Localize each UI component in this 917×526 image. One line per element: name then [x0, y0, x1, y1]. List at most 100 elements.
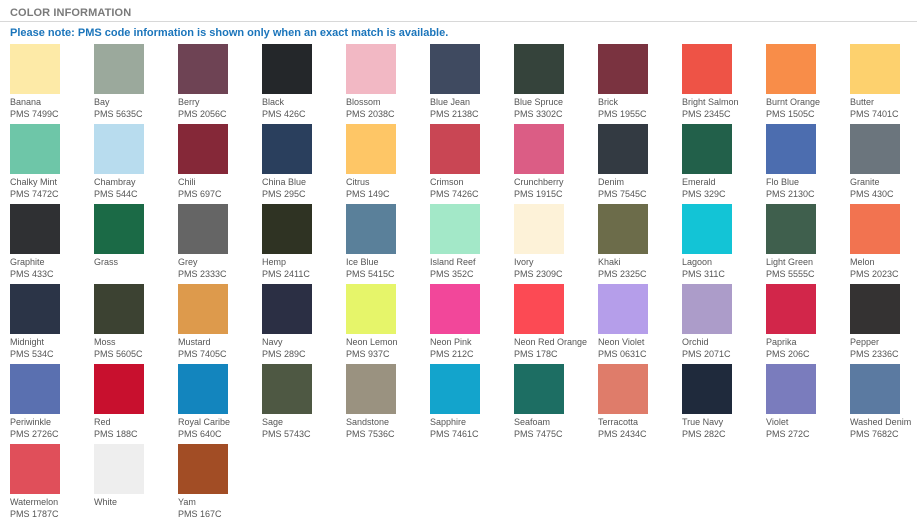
- pms-code: PMS 167C: [178, 509, 222, 519]
- pms-code: PMS 5415C: [346, 269, 395, 279]
- color-chip: [346, 124, 396, 174]
- color-swatch: Pepper PMS 2336C: [850, 284, 917, 360]
- color-chip: [178, 204, 228, 254]
- pms-code: PMS 640C: [178, 429, 222, 439]
- color-chip: [262, 124, 312, 174]
- color-name: Flo Blue: [766, 177, 800, 187]
- color-swatch: Bay PMS 5635C: [94, 44, 174, 120]
- color-chip: [94, 204, 144, 254]
- color-chip: [94, 124, 144, 174]
- color-chip: [514, 44, 564, 94]
- pms-code: PMS 697C: [178, 189, 222, 199]
- color-name: Lagoon: [682, 257, 713, 267]
- color-chip: [430, 204, 480, 254]
- color-swatch: Graphite PMS 433C: [10, 204, 90, 280]
- pms-code: PMS 329C: [682, 189, 726, 199]
- pms-code: PMS 426C: [262, 109, 306, 119]
- color-chip: [178, 44, 228, 94]
- pms-code: PMS 937C: [346, 349, 390, 359]
- color-swatch: Paprika PMS 206C: [766, 284, 846, 360]
- color-swatch: Sandstone PMS 7536C: [346, 364, 426, 440]
- pms-note: Please note: PMS code information is sho…: [10, 27, 449, 39]
- pms-code: PMS 3302C: [514, 109, 563, 119]
- pms-code: PMS 5605C: [94, 349, 143, 359]
- color-name: Chambray: [94, 177, 136, 187]
- color-swatch: Terracotta PMS 2434C: [598, 364, 678, 440]
- color-chip: [850, 124, 900, 174]
- color-swatch: Watermelon PMS 1787C: [10, 444, 90, 520]
- color-swatch: Neon Pink PMS 212C: [430, 284, 510, 360]
- color-name: Hemp: [262, 257, 287, 267]
- color-chip: [430, 44, 480, 94]
- pms-code: PMS 7405C: [178, 349, 227, 359]
- color-name: Island Reef: [430, 257, 476, 267]
- color-name: Paprika: [766, 337, 797, 347]
- color-chip: [766, 124, 816, 174]
- color-chip: [430, 364, 480, 414]
- color-chip: [94, 284, 144, 334]
- color-chip: [262, 364, 312, 414]
- pms-code: PMS 2056C: [178, 109, 227, 119]
- pms-code: PMS 433C: [10, 269, 54, 279]
- pms-code: PMS 544C: [94, 189, 138, 199]
- color-swatch: Neon Lemon PMS 937C: [346, 284, 426, 360]
- color-swatch: Navy PMS 289C: [262, 284, 342, 360]
- color-chip: [262, 284, 312, 334]
- pms-code: PMS 188C: [94, 429, 138, 439]
- color-swatch: Burnt Orange PMS 1505C: [766, 44, 846, 120]
- pms-code: PMS 7536C: [346, 429, 395, 439]
- color-chip: [94, 44, 144, 94]
- color-name: Black: [262, 97, 285, 107]
- color-chip: [10, 204, 60, 254]
- color-chip: [430, 124, 480, 174]
- color-name: True Navy: [682, 417, 724, 427]
- color-name: Light Green: [766, 257, 814, 267]
- color-swatch: Crunchberry PMS 1915C: [514, 124, 594, 200]
- color-swatch: Neon Violet PMS 0631C: [598, 284, 678, 360]
- color-swatch: Orchid PMS 2071C: [682, 284, 762, 360]
- color-name: Mustard: [178, 337, 211, 347]
- color-chip: [178, 124, 228, 174]
- pms-code: PMS 206C: [766, 349, 810, 359]
- color-name: Ice Blue: [346, 257, 379, 267]
- color-name: Sandstone: [346, 417, 390, 427]
- color-swatch: China Blue PMS 295C: [262, 124, 342, 200]
- section-title: COLOR INFORMATION: [10, 7, 132, 19]
- color-chip: [178, 284, 228, 334]
- color-chip: [178, 364, 228, 414]
- color-name: Washed Denim: [850, 417, 912, 427]
- pms-code: PMS 149C: [346, 189, 390, 199]
- color-swatch: Brick PMS 1955C: [598, 44, 678, 120]
- color-name: White: [94, 497, 118, 507]
- color-swatch: Lagoon PMS 311C: [682, 204, 762, 280]
- color-chip: [598, 284, 648, 334]
- color-swatch: Berry PMS 2056C: [178, 44, 258, 120]
- color-name: Blossom: [346, 97, 381, 107]
- color-swatch: Black PMS 426C: [262, 44, 342, 120]
- color-swatch: Emerald PMS 329C: [682, 124, 762, 200]
- pms-code: PMS 2336C: [850, 349, 899, 359]
- color-swatch: White: [94, 444, 174, 520]
- color-swatch: Ivory PMS 2309C: [514, 204, 594, 280]
- color-swatch: Sage PMS 5743C: [262, 364, 342, 440]
- pms-code: PMS 7401C: [850, 109, 899, 119]
- pms-code: PMS 7499C: [10, 109, 59, 119]
- color-name: Chili: [178, 177, 196, 187]
- pms-code: PMS 7545C: [598, 189, 647, 199]
- color-swatch: Banana PMS 7499C: [10, 44, 90, 120]
- color-swatch: Violet PMS 272C: [766, 364, 846, 440]
- color-swatch: Red PMS 188C: [94, 364, 174, 440]
- color-chip: [346, 364, 396, 414]
- color-swatch: Washed Denim PMS 7682C: [850, 364, 917, 440]
- color-name: Crunchberry: [514, 177, 564, 187]
- color-swatch: Bright Salmon PMS 2345C: [682, 44, 762, 120]
- pms-code: PMS 311C: [682, 269, 725, 279]
- pms-code: PMS 2325C: [598, 269, 647, 279]
- pms-code: PMS 1915C: [514, 189, 563, 199]
- pms-code: PMS 0631C: [598, 349, 647, 359]
- color-name: China Blue: [262, 177, 307, 187]
- color-chip: [10, 364, 60, 414]
- color-name: Burnt Orange: [766, 97, 821, 107]
- pms-code: PMS 289C: [262, 349, 306, 359]
- color-name: Orchid: [682, 337, 709, 347]
